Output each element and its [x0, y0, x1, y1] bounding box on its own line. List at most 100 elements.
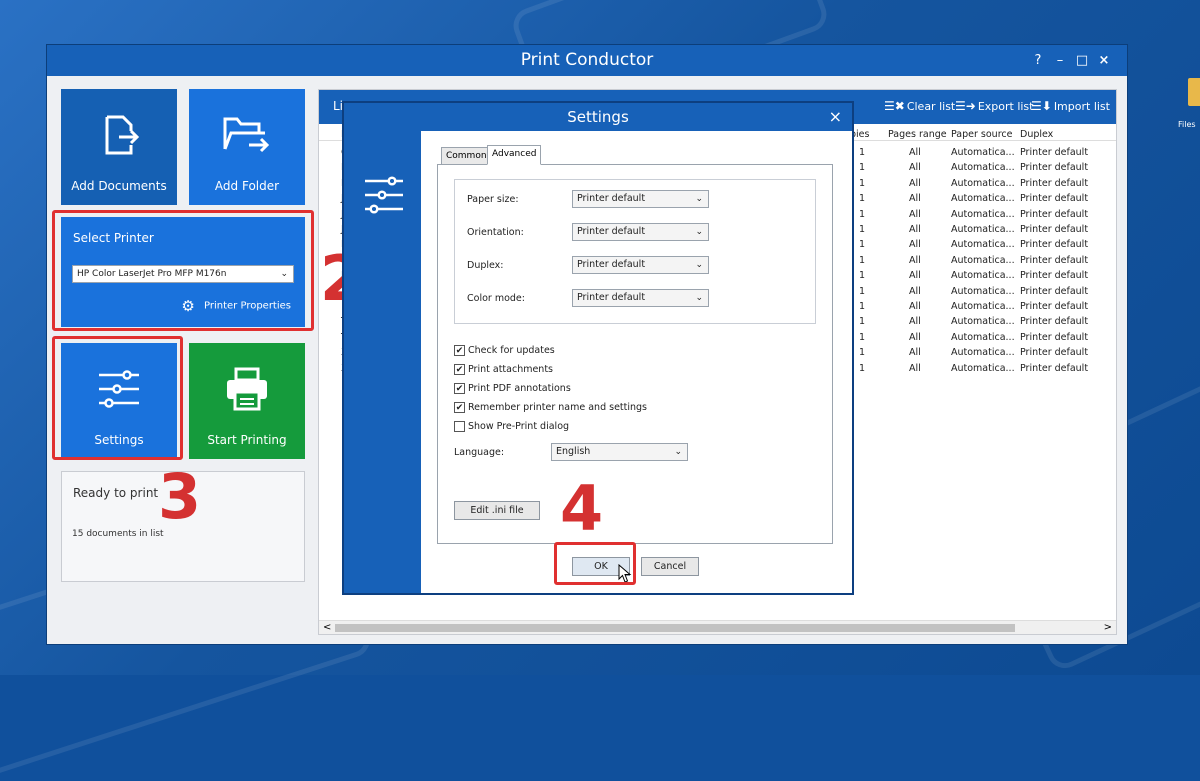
clear-list-button[interactable]: ☰✖ Clear list [884, 99, 955, 113]
cell-paper-source: Automatica... [951, 224, 1015, 235]
cell-duplex: Printer default [1020, 162, 1089, 174]
color-mode-label: Color mode: [467, 293, 525, 304]
duplex-label: Duplex: [467, 260, 504, 271]
cell-copies: 1 [859, 239, 866, 251]
cell-copies: 1 [859, 362, 866, 374]
cell-pages-range: All [909, 254, 921, 266]
cell-paper-source: Automatica... [951, 208, 1015, 220]
paper-size-label: Paper size: [467, 194, 519, 205]
dialog-title-bar: Settings × [344, 103, 852, 131]
cell-duplex: Printer default [1020, 347, 1089, 359]
tab-advanced[interactable]: Advanced [487, 145, 542, 165]
orientation-value: Printer default [577, 226, 646, 237]
cell-pages-range: All [909, 270, 921, 282]
cell-pages-range: All [909, 177, 921, 189]
export-list-button[interactable]: ☰➜ Export list [955, 99, 1033, 113]
cell-paper-source: Automatica... [951, 162, 1015, 174]
desktop-icon-label: Files [1178, 120, 1196, 129]
cell-duplex: Printer default [1020, 147, 1089, 158]
col-pages-range-header[interactable]: Pages range [888, 129, 947, 140]
export-list-icon: ☰➜ [955, 99, 976, 113]
tab-common[interactable]: Common [441, 147, 492, 165]
scroll-right-arrow[interactable]: > [1104, 621, 1112, 635]
orientation-select[interactable]: Printer default ⌄ [572, 223, 709, 241]
print-options-group: Paper size: Printer default ⌄ Orientation… [454, 179, 816, 324]
cell-pages-range: All [909, 285, 921, 297]
desktop-folder-icon[interactable]: Files [1178, 74, 1200, 129]
print-pdf-annotations-checkbox[interactable]: ✔ Print PDF annotations [454, 383, 571, 395]
col-paper-source-header[interactable]: Paper source [951, 129, 1012, 140]
cell-copies: 1 [859, 254, 866, 266]
cell-copies: 1 [859, 285, 866, 297]
checkbox-box [454, 421, 465, 432]
highlight-select-printer [52, 210, 314, 331]
language-select[interactable]: English ⌄ [551, 443, 688, 461]
add-folder-icon [223, 117, 270, 153]
cell-copies: 1 [859, 347, 866, 359]
cell-duplex: Printer default [1020, 224, 1089, 235]
close-button[interactable]: × [1093, 45, 1115, 76]
start-printing-label: Start Printing [207, 433, 287, 447]
add-documents-tile[interactable]: Add Documents [61, 89, 177, 205]
minimize-button[interactable]: – [1049, 45, 1071, 76]
cell-paper-source: Automatica... [951, 270, 1015, 282]
cell-pages-range: All [909, 224, 921, 235]
cell-pages-range: All [909, 301, 921, 312]
cell-copies: 1 [859, 193, 866, 205]
cell-paper-source: Automatica... [951, 285, 1015, 297]
print-attachments-checkbox[interactable]: ✔ Print attachments [454, 364, 553, 376]
cancel-button[interactable]: Cancel [641, 557, 699, 576]
edit-ini-button[interactable]: Edit .ini file [454, 501, 540, 520]
check-for-updates-checkbox[interactable]: ✔ Check for updates [454, 345, 555, 357]
scroll-left-arrow[interactable]: < [323, 621, 331, 635]
maximize-button[interactable]: □ [1071, 45, 1093, 76]
add-folder-tile[interactable]: Add Folder [189, 89, 305, 205]
dialog-sidebar [344, 131, 421, 593]
horizontal-scrollbar[interactable]: < > [319, 620, 1116, 634]
remember-printer-checkbox[interactable]: ✔ Remember printer name and settings [454, 402, 647, 414]
cell-pages-range: All [909, 316, 921, 328]
duplex-select[interactable]: Printer default ⌄ [572, 256, 709, 274]
col-duplex-header[interactable]: Duplex [1020, 129, 1053, 140]
paper-size-value: Printer default [577, 193, 646, 204]
sliders-icon [365, 176, 403, 214]
clear-list-label: Clear list [906, 100, 956, 113]
check-for-updates-label: Check for updates [468, 345, 555, 356]
show-pre-print-label: Show Pre-Print dialog [468, 421, 570, 432]
cell-duplex: Printer default [1020, 331, 1089, 343]
cell-paper-source: Automatica... [951, 316, 1015, 328]
show-pre-print-checkbox[interactable]: Show Pre-Print dialog [454, 421, 569, 433]
dialog-close-button[interactable]: × [829, 103, 842, 131]
add-documents-label: Add Documents [71, 179, 167, 193]
help-button[interactable]: ? [1027, 45, 1049, 76]
cell-paper-source: Automatica... [951, 193, 1015, 205]
cell-copies: 1 [859, 224, 866, 235]
chevron-down-icon: ⌄ [695, 227, 703, 237]
import-list-button[interactable]: ☰⬇ Import list [1031, 99, 1110, 113]
highlight-settings [52, 336, 183, 460]
cell-paper-source: Automatica... [951, 254, 1015, 266]
title-bar: Print Conductor ? – □ × [47, 45, 1127, 76]
dialog-title: Settings [567, 108, 629, 126]
cell-paper-source: Automatica... [951, 362, 1015, 374]
import-list-icon: ☰⬇ [1031, 99, 1052, 113]
window-title: Print Conductor [520, 50, 654, 70]
cell-paper-source: Automatica... [951, 147, 1015, 158]
status-title: Ready to print [73, 486, 159, 500]
clear-list-icon: ☰✖ [884, 99, 905, 113]
cell-pages-range: All [909, 239, 921, 251]
cell-pages-range: All [909, 208, 921, 220]
step-3-annotation: 3 [158, 460, 202, 533]
cell-duplex: Printer default [1020, 177, 1089, 189]
chevron-down-icon: ⌄ [695, 293, 703, 303]
status-count: 15 documents in list [72, 529, 164, 539]
cell-paper-source: Automatica... [951, 347, 1015, 359]
language-label: Language: [454, 447, 505, 458]
paper-size-select[interactable]: Printer default ⌄ [572, 190, 709, 208]
start-printing-tile[interactable]: Start Printing [189, 343, 305, 459]
scrollbar-thumb[interactable] [335, 624, 1015, 632]
cell-paper-source: Automatica... [951, 239, 1015, 251]
cell-duplex: Printer default [1020, 362, 1089, 374]
color-mode-select[interactable]: Printer default ⌄ [572, 289, 709, 307]
add-folder-label: Add Folder [214, 179, 280, 193]
